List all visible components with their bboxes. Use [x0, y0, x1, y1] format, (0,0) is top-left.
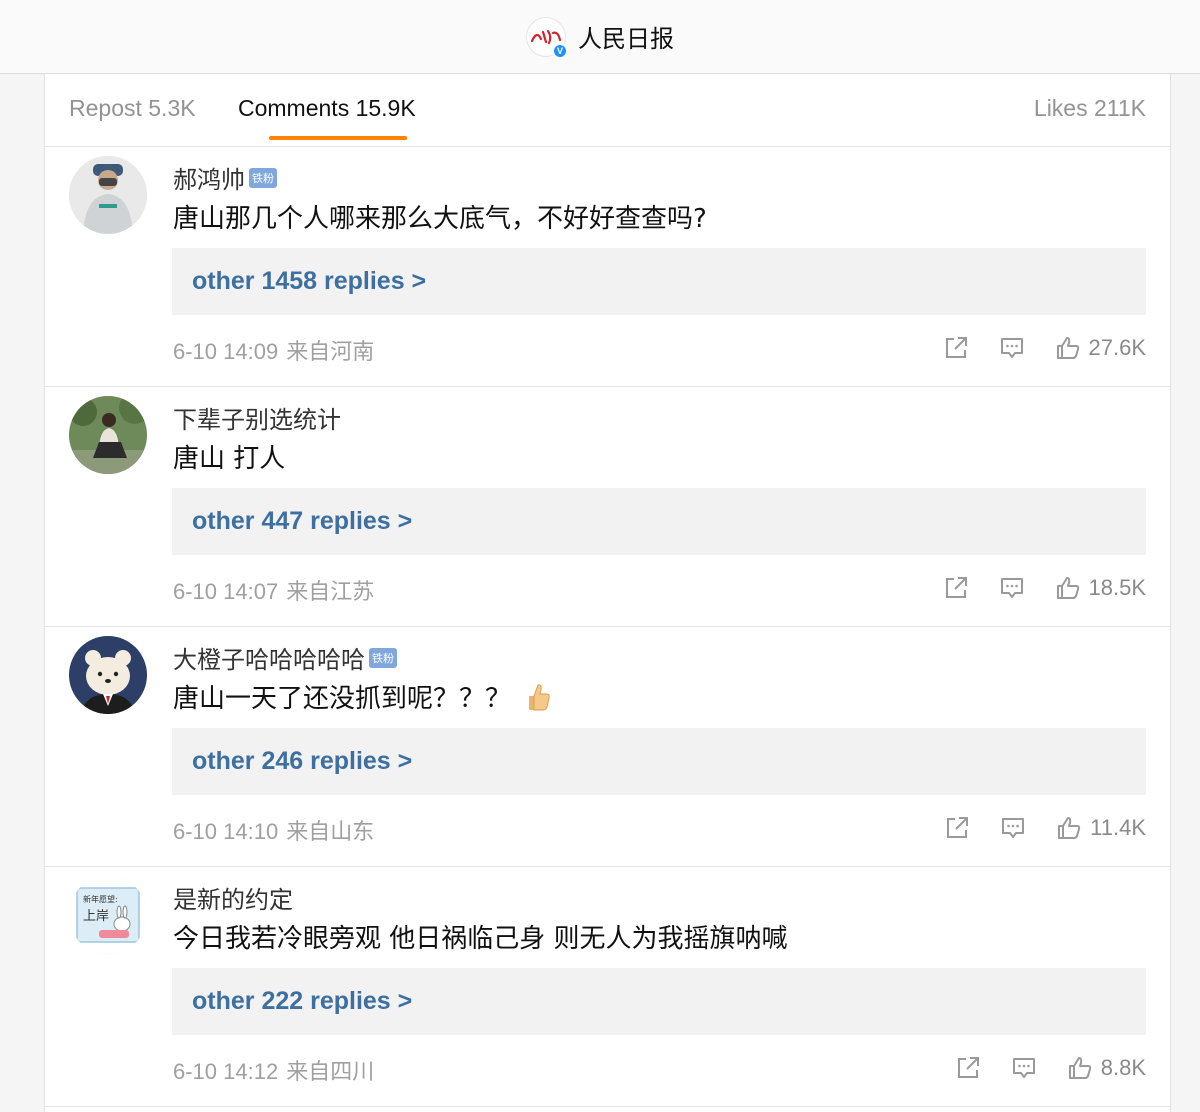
comment-actions: 8.8K	[955, 1053, 1146, 1083]
share-icon[interactable]	[943, 335, 969, 361]
comment-body: 唐山 打人	[173, 444, 286, 474]
location: 来自山东	[286, 820, 375, 845]
account-name[interactable]: 人民日报	[578, 19, 674, 54]
timestamp: 6-10 14:12	[173, 1059, 279, 1084]
comment-meta: 6-10 14:12 来自四川	[173, 1054, 374, 1086]
like-button[interactable]: 27.6K	[1055, 335, 1147, 361]
thumbs-up-icon	[1068, 1057, 1091, 1079]
comment-meta: 6-10 14:07 来自江苏	[173, 574, 374, 606]
avatar[interactable]	[69, 396, 147, 474]
replies-text[interactable]: other 222 replies >	[192, 987, 412, 1016]
comment-actions: 11.4K	[944, 813, 1146, 843]
tab-likes[interactable]: Likes 211K	[1034, 95, 1146, 122]
username-text[interactable]: 下辈子别选统计	[173, 400, 341, 435]
comment-icon[interactable]	[999, 575, 1025, 601]
username: 下辈子别选统计	[173, 400, 341, 435]
comment-item: 郝鸿帅 铁粉 唐山那几个人哪来那么大底气，不好好查查吗? other 1458 …	[45, 146, 1170, 387]
avatar-sign-line1: 新年愿望:	[83, 894, 118, 904]
username-text[interactable]: 是新的约定	[173, 880, 293, 915]
timestamp: 6-10 14:10	[173, 819, 279, 844]
comment-icon[interactable]	[999, 335, 1025, 361]
location: 来自四川	[286, 1060, 375, 1085]
like-count: 8.8K	[1100, 1055, 1146, 1080]
replies-link[interactable]: other 447 replies >	[172, 488, 1146, 555]
thumbs-up-icon	[1056, 577, 1079, 599]
comment-text: 唐山一天了还没抓到呢？？？	[173, 678, 551, 715]
share-icon[interactable]	[943, 575, 969, 601]
username: 大橙子哈哈哈哈哈 铁粉	[173, 640, 397, 675]
tab-repost[interactable]: Repost 5.3K	[69, 95, 196, 122]
comments-panel: Repost 5.3K Comments 15.9K Likes 211K 郝鸿…	[44, 74, 1171, 1112]
avatar[interactable]: 新年愿望: 上岸	[69, 876, 147, 954]
timestamp: 6-10 14:07	[173, 579, 279, 604]
like-button[interactable]: 18.5K	[1055, 575, 1147, 601]
like-count: 11.4K	[1090, 815, 1146, 840]
replies-link[interactable]: other 222 replies >	[172, 968, 1146, 1035]
timestamp: 6-10 14:09	[173, 339, 279, 364]
comment-body: 唐山一天了还没抓到呢？？？	[173, 684, 512, 714]
comment-icon[interactable]	[1011, 1055, 1037, 1081]
thumbs-up-icon	[1056, 337, 1079, 359]
replies-text[interactable]: other 447 replies >	[192, 507, 412, 536]
top-bar: V 人民日报	[0, 0, 1200, 74]
replies-link[interactable]: other 1458 replies >	[172, 248, 1146, 315]
username-text[interactable]: 大橙子哈哈哈哈哈	[173, 640, 365, 675]
active-tab-indicator	[269, 136, 407, 140]
tab-comments[interactable]: Comments 15.9K	[238, 95, 416, 122]
like-button[interactable]: 8.8K	[1067, 1055, 1146, 1081]
comment-item: 新年愿望: 上岸 是新的约定 今日我若冷眼旁观 他日祸临己身 则无人为我摇旗呐喊…	[45, 866, 1170, 1107]
like-count: 27.6K	[1088, 335, 1147, 360]
share-icon[interactable]	[944, 815, 970, 841]
like-button[interactable]: 11.4K	[1056, 815, 1146, 841]
comment-text: 今日我若冷眼旁观 他日祸临己身 则无人为我摇旗呐喊	[173, 918, 788, 955]
comment-body: 唐山那几个人哪来那么大底气，不好好查查吗?	[173, 204, 707, 234]
username: 郝鸿帅 铁粉	[173, 160, 277, 195]
replies-text[interactable]: other 1458 replies >	[192, 267, 426, 296]
replies-link[interactable]: other 246 replies >	[172, 728, 1146, 795]
fan-badge: 铁粉	[369, 647, 397, 668]
verified-badge-icon: V	[552, 42, 568, 59]
username-text[interactable]: 郝鸿帅	[173, 160, 245, 195]
avatar[interactable]	[69, 636, 147, 714]
share-icon[interactable]	[955, 1055, 981, 1081]
comment-actions: 18.5K	[943, 573, 1147, 603]
comment-icon[interactable]	[1000, 815, 1026, 841]
comment-actions: 27.6K	[943, 333, 1147, 363]
like-count: 18.5K	[1088, 575, 1147, 600]
comment-body: 今日我若冷眼旁观 他日祸临己身 则无人为我摇旗呐喊	[173, 924, 788, 954]
fan-badge: 铁粉	[249, 167, 277, 188]
avatar[interactable]	[69, 156, 147, 234]
comment-item: 大橙子哈哈哈哈哈 铁粉 唐山一天了还没抓到呢？？？ other 246 repl…	[45, 626, 1170, 867]
comment-item: 下辈子别选统计 唐山 打人 other 447 replies > 6-10 1…	[45, 386, 1170, 627]
replies-text[interactable]: other 246 replies >	[192, 747, 412, 776]
username: 是新的约定	[173, 880, 293, 915]
comment-meta: 6-10 14:09 来自河南	[173, 334, 374, 366]
location: 来自江苏	[286, 580, 375, 605]
comment-text: 唐山那几个人哪来那么大底气，不好好查查吗?	[173, 198, 707, 235]
avatar-sign-line2: 上岸	[83, 909, 109, 924]
thumbs-up-icon	[1058, 817, 1081, 839]
thumbs-up-emoji-icon	[529, 683, 550, 710]
account-avatar[interactable]: V	[526, 16, 568, 59]
comment-text: 唐山 打人	[173, 438, 285, 475]
tab-bar: Repost 5.3K Comments 15.9K Likes 211K	[45, 74, 1170, 147]
comment-meta: 6-10 14:10 来自山东	[173, 814, 374, 846]
location: 来自河南	[286, 340, 375, 365]
